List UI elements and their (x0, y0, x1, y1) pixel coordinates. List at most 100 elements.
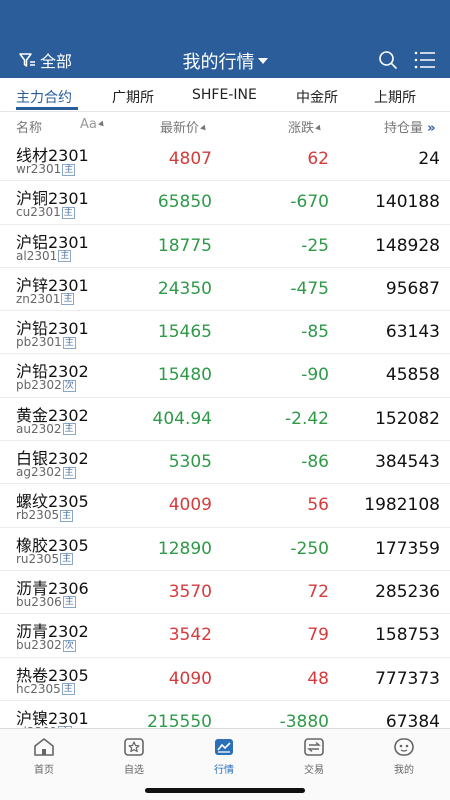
contract-tier-badge: 主 (62, 163, 76, 176)
filter-button[interactable]: 全部 (18, 48, 72, 72)
table-row[interactable]: 沥青2302 bu2302 次 3542 79 158753 (0, 614, 450, 658)
contract-tier-badge: 主 (60, 553, 74, 566)
filter-label: 全部 (40, 52, 73, 71)
active-tab-indicator (16, 107, 78, 110)
contract-tier-badge: 主 (61, 206, 75, 219)
star-icon (124, 738, 144, 756)
font-size-toggle[interactable]: Aa (80, 117, 106, 132)
contract-code: cu2301 (16, 205, 61, 220)
list-menu-icon (414, 51, 435, 69)
home-indicator (145, 788, 305, 793)
nav-trade[interactable]: 交易 (284, 737, 344, 776)
contract-code: wr2301 (16, 162, 62, 176)
price-change: 56 (307, 495, 329, 516)
table-row[interactable]: 螺纹2305 rb2305 主 4009 56 1982108 (0, 484, 450, 528)
table-row[interactable]: 沥青2306 bu2306 主 3570 72 285236 (0, 570, 450, 615)
table-row[interactable]: 橡胶2305 ru2305 主 12890 -250 177359 (0, 527, 450, 571)
open-interest: 1982108 (364, 495, 440, 516)
nav-home[interactable]: 首页 (14, 737, 74, 776)
table-row[interactable]: 热卷2305 hc2305 主 4090 48 777373 (0, 657, 450, 701)
open-interest: 285236 (375, 581, 440, 602)
quote-list[interactable]: 线材2301 wr2301 主 4807 62 24 沪铜2301 cu2301 主 65850-… (0, 138, 450, 728)
contract-tier-badge: 主 (61, 293, 75, 306)
profile-icon (394, 738, 414, 756)
column-name: 名称 (16, 121, 43, 136)
table-row[interactable]: 白银2302 ag2302 主 5305 -86 384543 (0, 441, 450, 485)
contract-code-wrap: wr2301 主 (16, 162, 76, 176)
font-toggle-label: Aa (80, 117, 97, 132)
contract-code: rb2305 (16, 508, 60, 523)
tab-cffex[interactable]: 中金所 (296, 87, 338, 107)
table-row[interactable]: 沪铅2301 pb2301 主 15465 -85 63143 (0, 311, 450, 355)
open-interest: 67384 (385, 711, 440, 728)
last-price: 404.94 (152, 408, 212, 429)
last-price: 4009 (168, 495, 212, 516)
top-navbar: 全部 我的行情 (0, 40, 450, 78)
page-title-dropdown[interactable]: 我的行情 (183, 52, 268, 73)
contract-code-wrap: cu2301 主 (16, 205, 75, 219)
table-row[interactable]: 线材2301 wr2301 主 4807 62 24 (0, 138, 450, 182)
last-price: 24350 (157, 278, 212, 299)
open-interest: 148928 (375, 235, 440, 256)
column-oi-label: 持仓量 (384, 121, 424, 136)
contract-code: pb2301 (16, 335, 62, 350)
contract-code-wrap: zn2301 主 (16, 292, 75, 306)
column-header: 名称 Aa 最新价 涨跌 持仓量 » (0, 112, 450, 138)
column-open-interest[interactable]: 持仓量 » (384, 117, 436, 136)
more-columns-icon[interactable]: » (427, 121, 435, 136)
price-change: -90 (301, 365, 329, 386)
nav-market[interactable]: 行情 (194, 737, 254, 776)
nav-home-label: 首页 (34, 765, 54, 776)
last-price: 18775 (157, 235, 212, 256)
last-price: 5305 (168, 452, 212, 473)
last-price: 215550 (147, 711, 212, 728)
contract-code-wrap: rb2305 主 (16, 508, 74, 523)
contract-code: bu2302 (16, 638, 62, 653)
column-price[interactable]: 最新价 (160, 117, 208, 136)
last-price: 3542 (168, 625, 212, 646)
nav-profile[interactable]: 我的 (374, 737, 434, 776)
contract-tier-badge: 主 (62, 336, 76, 349)
table-row[interactable]: 沪锌2301 zn2301 主 24350 -475 95687 (0, 267, 450, 312)
contract-code-wrap: bu2302 次 (16, 638, 76, 652)
nav-watchlist[interactable]: 自选 (104, 737, 164, 776)
list-menu-button[interactable] (414, 50, 436, 74)
contract-code-wrap: ru2305 主 (16, 552, 74, 566)
column-price-label: 最新价 (160, 121, 200, 136)
last-price: 65850 (157, 192, 212, 213)
price-change: -250 (290, 538, 329, 559)
contract-tier-badge: 主 (62, 466, 76, 479)
filter-icon (19, 53, 35, 67)
price-change: -3880 (279, 711, 329, 728)
price-change: -25 (301, 235, 329, 256)
contract-code-wrap: au2302 主 (16, 422, 76, 436)
price-change: -85 (301, 322, 329, 343)
column-change[interactable]: 涨跌 (288, 117, 323, 136)
contract-tier-badge: 主 (58, 250, 72, 263)
contract-code: hc2305 (16, 681, 61, 696)
open-interest: 140188 (375, 192, 440, 213)
tab-gfex[interactable]: 广期所 (112, 87, 154, 107)
sort-icon (200, 124, 208, 133)
contract-code: ag2302 (16, 465, 62, 480)
price-change: 48 (307, 668, 329, 689)
search-button[interactable] (378, 50, 398, 74)
open-interest: 158753 (375, 625, 440, 646)
table-row[interactable]: 沪镍2301ni2301主215550-388067384 (0, 700, 450, 728)
price-change: -86 (301, 452, 329, 473)
last-price: 12890 (157, 538, 212, 559)
table-row[interactable]: 沪铝2301 al2301 主 18775 -25 148928 (0, 224, 450, 268)
table-row[interactable]: 沪铅2302 pb2302 次 15480 -90 45858 (0, 354, 450, 398)
tab-main-contracts[interactable]: 主力合约 (16, 87, 72, 107)
open-interest: 24 (418, 149, 440, 169)
contract-code: au2302 (16, 421, 62, 436)
price-change: 72 (307, 581, 329, 602)
nav-trade-label: 交易 (304, 765, 324, 776)
trade-icon (304, 738, 324, 756)
nav-market-label: 行情 (214, 765, 234, 776)
table-row[interactable]: 沪铜2301 cu2301 主 65850 -670 140188 (0, 181, 450, 225)
tab-shfe[interactable]: 上期所 (374, 87, 416, 107)
status-bar (0, 0, 450, 40)
tab-shfe-ine[interactable]: SHFE-INE (192, 87, 257, 103)
table-row[interactable]: 黄金2302 au2302 主 404.94 -2.42 152082 (0, 397, 450, 442)
